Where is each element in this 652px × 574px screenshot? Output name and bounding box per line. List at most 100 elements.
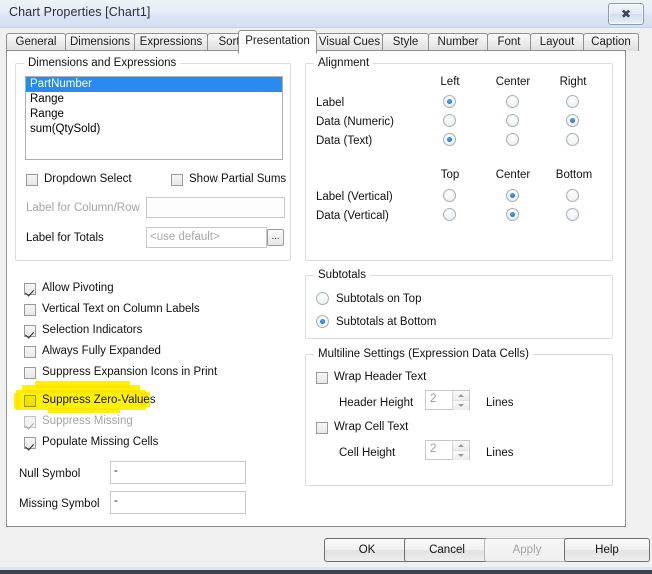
tab-label: Number	[437, 36, 479, 48]
close-button[interactable]: ✖	[608, 3, 644, 25]
list-item[interactable]: sum(QtySold)	[26, 122, 282, 137]
cell-height-spinner-buttons[interactable]	[452, 441, 469, 460]
apply-button: Apply	[484, 538, 570, 562]
tab-label: Layout	[539, 36, 575, 48]
missing-symbol-input[interactable]: -	[110, 491, 246, 514]
radio-data-numeric-left[interactable]	[443, 114, 456, 127]
header-height-spinner-buttons[interactable]	[452, 391, 469, 410]
window-title: Chart Properties [Chart1]	[9, 5, 151, 19]
spinner-up-icon[interactable]	[453, 441, 469, 451]
allow-pivoting-checkbox[interactable]	[24, 283, 36, 295]
tab-number[interactable]: Number	[428, 33, 488, 51]
header-height-value: 2	[430, 393, 437, 405]
alignment-group: Alignment Left Center Right Label Data (…	[305, 57, 613, 261]
tab-expressions[interactable]: Expressions	[134, 33, 208, 51]
presentation-tab-panel: Dimensions and Expressions PartNumber Ra…	[6, 50, 626, 527]
tab-label: Style	[392, 36, 419, 48]
tab-label: Font	[497, 36, 521, 48]
suppress-missing-checkbox	[24, 416, 36, 428]
radio-data-text-left[interactable]	[443, 133, 456, 146]
tab-visual-cues[interactable]: Visual Cues	[316, 33, 383, 51]
label-for-totals-input[interactable]: <use default>	[146, 227, 267, 248]
chart-properties-dialog: Chart Properties [Chart1] ✖ General Dime…	[0, 0, 652, 574]
wrap-cell-text-checkbox[interactable]	[316, 422, 328, 434]
show-partial-sums-label: Show Partial Sums	[189, 173, 287, 185]
label-for-totals-ellipsis-button[interactable]: ...	[267, 229, 284, 246]
alignment-header-top: Top	[440, 169, 460, 181]
tab-label: General	[15, 36, 57, 48]
tab-font[interactable]: Font	[487, 33, 531, 51]
radio-data-text-center[interactable]	[506, 133, 519, 146]
dialog-button-bar: OK Cancel Apply Help	[0, 530, 652, 570]
suppress-zero-values-checkbox[interactable]	[24, 395, 36, 407]
spinner-down-icon[interactable]	[453, 451, 469, 460]
alignment-row-data-vertical-label: Data (Vertical)	[316, 210, 389, 222]
selection-indicators-checkbox[interactable]	[24, 325, 36, 337]
cancel-button[interactable]: Cancel	[404, 538, 490, 562]
alignment-row-label-label: Label	[316, 97, 345, 109]
alignment-header-center: Center	[495, 76, 531, 88]
tab-label: Dimensions	[69, 36, 131, 48]
radio-data-vertical-bottom[interactable]	[566, 208, 579, 221]
dimensions-listbox[interactable]: PartNumber Range Range sum(QtySold)	[25, 76, 283, 160]
alignment-row-data-text-label: Data (Text)	[316, 135, 373, 147]
show-partial-sums-checkbox[interactable]	[171, 174, 183, 186]
tab-label: Presentation	[245, 35, 310, 47]
label-for-totals-label: Label for Totals	[26, 232, 104, 244]
radio-label-center[interactable]	[506, 95, 519, 108]
alignment-row-label-vertical-label: Label (Vertical)	[316, 191, 393, 203]
vertical-text-on-column-labels-checkbox[interactable]	[24, 304, 36, 316]
tab-strip: General Dimensions Expressions Sort Pres…	[6, 30, 646, 54]
dropdown-select-checkbox[interactable]	[26, 174, 38, 186]
spinner-up-icon[interactable]	[453, 391, 469, 401]
suppress-expansion-icons-in-print-checkbox[interactable]	[24, 367, 36, 379]
cell-height-unit: Lines	[486, 447, 514, 459]
radio-label-left[interactable]	[443, 95, 456, 108]
header-height-spinner[interactable]: 2	[425, 390, 470, 410]
populate-missing-cells-label: Populate Missing Cells	[42, 436, 159, 448]
tab-presentation[interactable]: Presentation	[238, 30, 317, 54]
ok-button[interactable]: OK	[324, 538, 410, 562]
tab-layout[interactable]: Layout	[530, 33, 584, 51]
list-item[interactable]: Range	[26, 92, 282, 107]
tab-label: Caption	[591, 36, 631, 48]
radio-subtotals-at-bottom[interactable]	[316, 315, 329, 328]
radio-data-text-right[interactable]	[566, 133, 579, 146]
radio-subtotals-on-top[interactable]	[316, 292, 329, 305]
radio-label-right[interactable]	[566, 95, 579, 108]
null-symbol-label: Null Symbol	[19, 468, 81, 480]
spinner-down-icon[interactable]	[453, 401, 469, 410]
subtotals-at-bottom-label: Subtotals at Bottom	[336, 316, 437, 328]
title-bar: Chart Properties [Chart1] ✖	[0, 0, 652, 28]
radio-data-numeric-right[interactable]	[566, 114, 579, 127]
label-for-column-row-input[interactable]	[146, 197, 285, 218]
cell-height-spinner[interactable]: 2	[425, 440, 470, 460]
radio-label-vertical-center[interactable]	[506, 189, 519, 202]
radio-data-numeric-center[interactable]	[506, 114, 519, 127]
close-icon: ✖	[620, 7, 632, 21]
tab-general[interactable]: General	[6, 33, 66, 51]
radio-data-vertical-center[interactable]	[506, 208, 519, 221]
tab-dimensions[interactable]: Dimensions	[65, 33, 135, 51]
suppress-expansion-icons-in-print-label: Suppress Expansion Icons in Print	[42, 366, 218, 378]
list-item[interactable]: PartNumber	[26, 77, 282, 92]
group-title: Alignment	[314, 57, 374, 69]
help-button[interactable]: Help	[564, 538, 650, 562]
dropdown-select-label: Dropdown Select	[44, 173, 132, 185]
radio-data-vertical-top[interactable]	[443, 208, 456, 221]
list-item[interactable]: Range	[26, 107, 282, 122]
always-fully-expanded-label: Always Fully Expanded	[42, 345, 161, 357]
radio-label-vertical-bottom[interactable]	[566, 189, 579, 202]
tab-caption[interactable]: Caption	[583, 33, 639, 51]
label-for-column-row-label: Label for Column/Row	[26, 202, 140, 214]
tab-style[interactable]: Style	[382, 33, 429, 51]
wrap-header-text-checkbox[interactable]	[316, 372, 328, 384]
tab-label: Expressions	[139, 36, 203, 48]
alignment-header-right: Right	[559, 76, 587, 88]
bottom-dark-strip	[0, 570, 652, 574]
radio-label-vertical-top[interactable]	[443, 189, 456, 202]
always-fully-expanded-checkbox[interactable]	[24, 346, 36, 358]
populate-missing-cells-checkbox[interactable]	[24, 437, 36, 449]
null-symbol-input[interactable]: -	[110, 461, 246, 484]
dimensions-and-expressions-group: Dimensions and Expressions PartNumber Ra…	[15, 57, 291, 261]
